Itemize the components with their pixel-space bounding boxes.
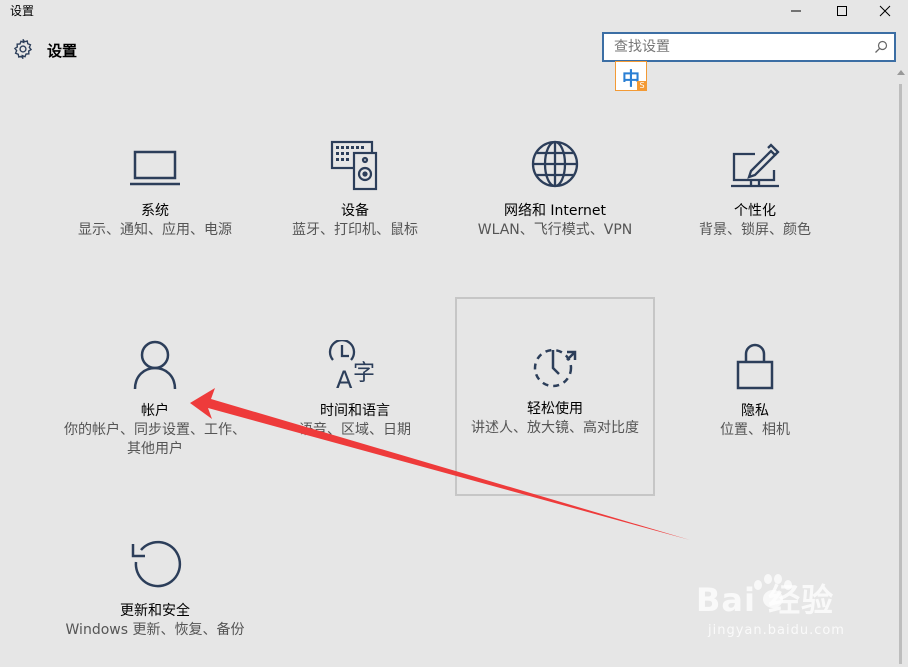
- page-title: 设置: [47, 42, 78, 60]
- time-language-icon: A 字: [328, 340, 375, 394]
- globe-icon: [531, 140, 579, 188]
- tile-description: 讲述人、放大镜、高对比度: [471, 420, 639, 436]
- tile-label: 帐户: [141, 403, 169, 419]
- tile-system[interactable]: 系统 显示、通知、应用、电源: [55, 140, 255, 260]
- maximize-icon: [837, 6, 847, 16]
- ease-of-access-icon: [533, 348, 577, 388]
- tile-description: WLAN、飞行模式、VPN: [477, 222, 633, 238]
- watermark-main: Bai 经验: [696, 581, 835, 619]
- tile-label: 系统: [141, 203, 169, 219]
- tile-personalization[interactable]: 个性化 背景、锁屏、颜色: [655, 140, 855, 260]
- tile-time-language[interactable]: A 字 时间和语言 语音、区域、日期: [255, 340, 455, 460]
- personalize-icon: [731, 143, 780, 188]
- svg-text:字: 字: [353, 361, 375, 386]
- window-title: 设置: [10, 4, 35, 18]
- tile-description: 位置、相机: [720, 422, 790, 438]
- search-input[interactable]: [604, 34, 874, 60]
- search-icon[interactable]: [874, 40, 888, 54]
- lock-icon: [736, 343, 774, 390]
- ime-badge: S: [637, 81, 647, 91]
- tile-description: 你的帐户、同步设置、工作、其他用户: [64, 422, 246, 457]
- tile-label: 轻松使用: [527, 401, 583, 417]
- watermark-sub: jingyan.baidu.com: [708, 623, 845, 638]
- tile-label: 隐私: [741, 403, 769, 419]
- tile-devices[interactable]: 设备 蓝牙、打印机、鼠标: [255, 140, 455, 260]
- search-box[interactable]: [602, 32, 896, 62]
- close-button[interactable]: [862, 0, 908, 22]
- close-icon: [879, 5, 891, 17]
- person-icon: [133, 340, 177, 390]
- devices-icon: [330, 140, 378, 191]
- title-bar: 设置: [0, 0, 908, 22]
- watermark: Bai 经验 jingyan.baidu.com: [690, 565, 902, 655]
- tile-label: 更新和安全: [120, 603, 190, 619]
- tile-ease-of-access[interactable]: 轻松使用 讲述人、放大镜、高对比度: [455, 297, 655, 496]
- tile-label: 个性化: [734, 203, 776, 219]
- tile-description: 蓝牙、打印机、鼠标: [292, 222, 418, 238]
- tile-accounts[interactable]: 帐户 你的帐户、同步设置、工作、其他用户: [55, 340, 255, 460]
- tile-label: 设备: [341, 203, 369, 219]
- tile-label: 时间和语言: [320, 403, 390, 419]
- tile-description: 显示、通知、应用、电源: [78, 222, 232, 238]
- tile-description: Windows 更新、恢复、备份: [65, 622, 245, 638]
- svg-text:A: A: [336, 366, 353, 394]
- refresh-icon: [131, 540, 182, 588]
- tile-description: 背景、锁屏、颜色: [699, 222, 811, 238]
- maximize-button[interactable]: [819, 0, 865, 22]
- gear-icon: [13, 39, 33, 59]
- tile-label: 网络和 Internet: [503, 203, 607, 219]
- tile-network[interactable]: 网络和 Internet WLAN、飞行模式、VPN: [455, 140, 655, 260]
- tile-privacy[interactable]: 隐私 位置、相机: [655, 340, 855, 460]
- tile-description: 语音、区域、日期: [299, 422, 411, 438]
- minimize-icon: [791, 10, 801, 12]
- minimize-button[interactable]: [773, 0, 819, 22]
- tile-update-security[interactable]: 更新和安全 Windows 更新、恢复、备份: [55, 540, 255, 660]
- laptop-icon: [130, 150, 180, 186]
- ime-indicator[interactable]: 中 S: [615, 61, 647, 91]
- scroll-up-arrow-icon[interactable]: [897, 70, 905, 75]
